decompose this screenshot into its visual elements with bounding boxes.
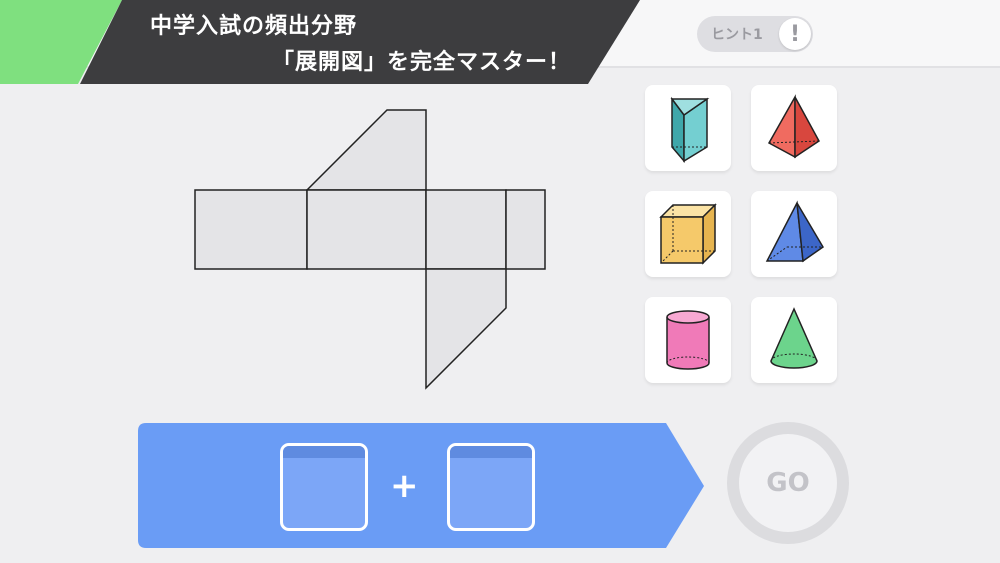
answer-slot-1[interactable] xyxy=(280,443,368,531)
answer-slot-2[interactable] xyxy=(447,443,535,531)
answer-slot-2-shade xyxy=(450,446,532,458)
answer-slot-1-shade xyxy=(283,446,365,458)
go-button-face: GO xyxy=(739,434,837,532)
plus-operator: + xyxy=(390,466,419,506)
go-button[interactable]: GO xyxy=(727,422,849,544)
go-button-label: GO xyxy=(766,468,810,498)
